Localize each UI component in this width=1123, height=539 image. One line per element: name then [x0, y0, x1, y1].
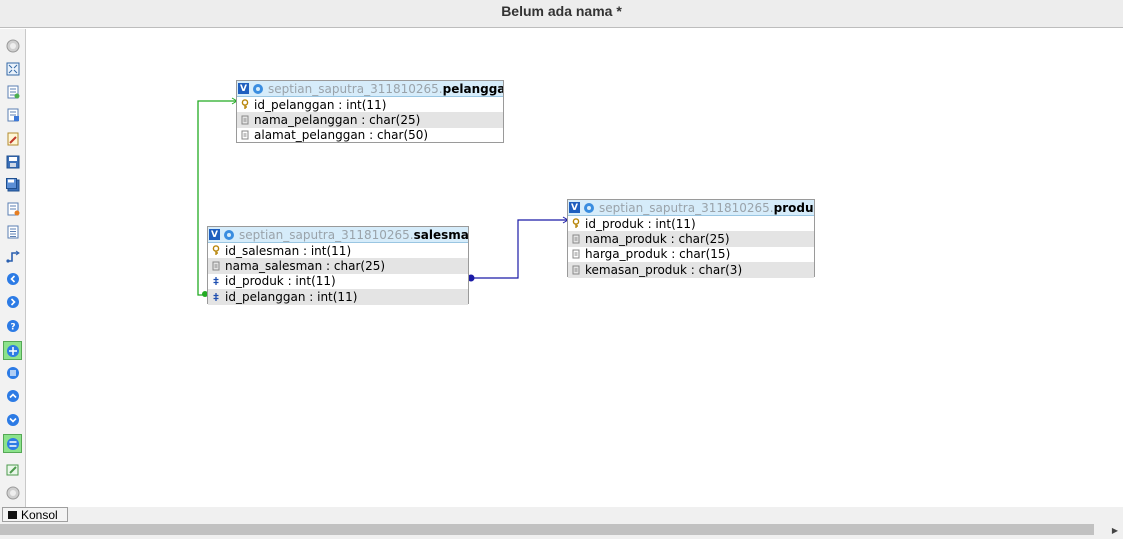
export-icon[interactable]	[4, 200, 21, 217]
page-add-icon[interactable]	[4, 106, 21, 123]
list-icon[interactable]	[4, 223, 21, 240]
scroll-right-arrow-icon[interactable]: ▶	[1110, 525, 1120, 535]
help-icon[interactable]: ?	[4, 317, 21, 334]
gear-icon[interactable]	[583, 202, 595, 214]
column-row[interactable]: id_produk : int(11)	[568, 216, 814, 231]
refresh-icon[interactable]	[3, 434, 22, 453]
toggle-icon[interactable]	[3, 341, 22, 360]
console-icon	[8, 510, 17, 519]
column-row[interactable]: alamat_pelanggan : char(50)	[237, 128, 503, 143]
gear-icon[interactable]	[252, 83, 264, 95]
key-icon	[238, 99, 252, 110]
column-row[interactable]: id_salesman : int(11)	[208, 243, 468, 258]
table-header[interactable]: V septian_saputra_311810265.pelanggan	[237, 81, 503, 97]
page-icon[interactable]	[4, 83, 21, 100]
circle-icon[interactable]	[4, 484, 21, 501]
table-salesman[interactable]: V septian_saputra_311810265.salesman id_…	[207, 226, 469, 305]
field-icon	[569, 249, 583, 259]
field-icon	[569, 265, 583, 275]
column-row[interactable]: kemasan_produk : char(3)	[568, 262, 814, 278]
column-row[interactable]: id_pelanggan : int(11)	[208, 289, 468, 305]
foreign-key-icon	[209, 276, 223, 286]
column-row[interactable]: nama_salesman : char(25)	[208, 258, 468, 274]
save-all-icon[interactable]	[4, 176, 21, 193]
field-icon	[238, 115, 252, 125]
svg-text:?: ?	[10, 322, 15, 332]
gear-icon[interactable]	[223, 229, 235, 241]
key-icon	[569, 218, 583, 229]
circle-icon[interactable]	[4, 37, 21, 54]
edit-icon[interactable]	[4, 461, 21, 478]
database-name: septian_saputra_311810265	[239, 227, 410, 242]
arrow-down-icon[interactable]	[4, 411, 21, 428]
window-titlebar: Belum ada nama *	[0, 0, 1123, 28]
console-tab[interactable]: Konsol	[2, 507, 68, 522]
column-row[interactable]: harga_produk : char(15)	[568, 247, 814, 262]
key-icon	[209, 245, 223, 256]
console-label: Konsol	[21, 507, 58, 522]
toggle-columns-icon[interactable]: V	[569, 202, 580, 213]
column-row[interactable]: nama_produk : char(25)	[568, 231, 814, 247]
table-produk[interactable]: V septian_saputra_311810265.produk id_pr…	[567, 199, 815, 278]
toggle-columns-icon[interactable]: V	[209, 229, 220, 240]
table-name: produk	[773, 200, 814, 215]
arrow-right-icon[interactable]	[4, 293, 21, 310]
column-row[interactable]: nama_pelanggan : char(25)	[237, 112, 503, 128]
arrow-up-icon[interactable]	[4, 387, 21, 404]
database-name: septian_saputra_311810265	[599, 200, 770, 215]
scrollbar-thumb[interactable]	[0, 524, 1094, 535]
fullscreen-icon[interactable]	[4, 60, 21, 77]
table-pelanggan[interactable]: V septian_saputra_311810265.pelanggan id…	[236, 80, 504, 143]
table-header[interactable]: V septian_saputra_311810265.produk	[568, 200, 814, 216]
table-header[interactable]: V septian_saputra_311810265.salesman	[208, 227, 468, 243]
field-icon	[238, 130, 252, 140]
relation-icon[interactable]	[4, 247, 21, 264]
table-name: pelanggan	[442, 81, 503, 96]
database-name: septian_saputra_311810265	[268, 81, 439, 96]
field-icon	[569, 234, 583, 244]
column-row[interactable]: id_produk : int(11)	[208, 274, 468, 289]
save-icon[interactable]	[4, 153, 21, 170]
bottom-panel: Konsol ▶	[0, 507, 1123, 539]
angle-icon[interactable]	[4, 364, 21, 381]
relation-line-produk[interactable]	[467, 216, 569, 282]
window-title: Belum ada nama *	[501, 3, 622, 19]
field-icon	[209, 261, 223, 271]
arrow-left-icon[interactable]	[4, 270, 21, 287]
designer-canvas[interactable]: V septian_saputra_311810265.pelanggan id…	[27, 29, 1123, 520]
horizontal-scrollbar[interactable]: ▶	[0, 523, 1123, 537]
table-name: salesman	[413, 227, 468, 242]
toggle-columns-icon[interactable]: V	[238, 83, 249, 94]
column-row[interactable]: id_pelanggan : int(11)	[237, 97, 503, 112]
foreign-key-icon	[209, 292, 223, 302]
designer-toolbar: ?	[0, 29, 26, 507]
page-edit-icon[interactable]	[4, 130, 21, 147]
